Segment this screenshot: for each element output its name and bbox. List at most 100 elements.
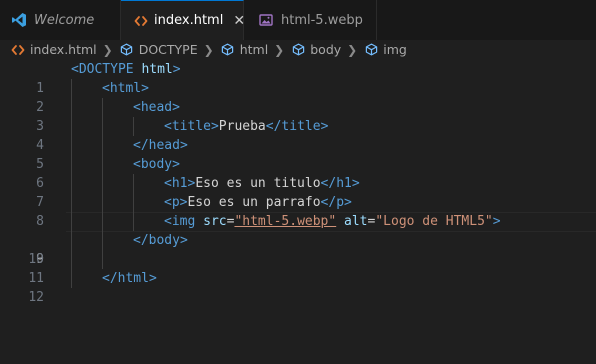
indent-guide xyxy=(71,79,72,98)
indent-guide xyxy=(102,212,103,231)
symbol-element-icon xyxy=(220,42,236,58)
indent-guide xyxy=(133,174,134,193)
code-text[interactable]: <img src="html-5.webp" alt="Logo de HTML… xyxy=(164,212,501,231)
code-line[interactable]: 4 <title>Prueba</title> xyxy=(0,117,596,153)
breadcrumb-item-html[interactable]: ❯ html xyxy=(198,42,269,58)
tag-token: title xyxy=(171,119,211,134)
indent-guide xyxy=(102,193,103,212)
indent-guide xyxy=(71,212,72,231)
code-text[interactable]: </head> xyxy=(133,136,188,155)
code-line[interactable]: 12 </html> xyxy=(0,269,596,305)
string-token: "Logo de HTML5" xyxy=(375,214,493,229)
indent-guide xyxy=(71,136,72,155)
chevron-right-icon: ❯ xyxy=(347,42,358,57)
tag-token: p xyxy=(171,195,180,210)
breadcrumb-item-img[interactable]: ❯ img xyxy=(341,42,407,58)
breadcrumb-label: body xyxy=(310,42,342,57)
code-line[interactable]: 2 <html> xyxy=(0,79,596,115)
indent-guide xyxy=(102,231,103,250)
text-token: Eso es un parrafo xyxy=(187,195,321,210)
code-text[interactable]: <head> xyxy=(133,98,180,117)
text-token: Eso es un titulo xyxy=(195,176,321,191)
text-token: Prueba xyxy=(218,119,266,134)
breadcrumb: index.html ❯ DOCTYPE ❯ html ❯ body ❯ img xyxy=(0,40,596,59)
indent-guide xyxy=(71,269,72,288)
code-text[interactable]: </body> xyxy=(133,231,188,250)
indent-guide xyxy=(102,250,103,269)
breadcrumb-label: html xyxy=(239,42,269,57)
tab-html-5-webp[interactable]: html-5.webp xyxy=(244,0,377,40)
indent-guide xyxy=(71,98,72,117)
tag-token: body xyxy=(148,233,180,248)
indent-guide xyxy=(71,231,72,250)
tag-token: head xyxy=(140,100,173,115)
code-editor[interactable]: 1 <DOCTYPE html> 2 <html> 3 <head> 4 <ti… xyxy=(0,59,596,308)
tag-token: p xyxy=(336,195,345,210)
symbol-element-icon xyxy=(119,42,135,58)
chevron-right-icon: ❯ xyxy=(102,42,113,57)
tag-token: img xyxy=(171,214,196,229)
code-line-current[interactable]: 9 <img src="html-5.webp" alt="Logo de HT… xyxy=(0,212,596,267)
tag-token: <DOCTYPE xyxy=(71,62,134,77)
breadcrumb-file-label: index.html xyxy=(30,42,97,57)
breadcrumb-label: DOCTYPE xyxy=(138,42,198,57)
line-number: 12 xyxy=(28,290,44,305)
code-line[interactable]: 11 xyxy=(0,250,596,286)
indent-guide xyxy=(102,174,103,193)
tag-token: head xyxy=(148,138,180,153)
code-text[interactable]: <DOCTYPE html> xyxy=(71,60,181,79)
code-text[interactable]: </html> xyxy=(102,269,157,288)
vscode-logo-icon xyxy=(10,11,28,29)
indent-guide xyxy=(71,174,72,193)
code-text[interactable]: <p>Eso es un parrafo</p> xyxy=(164,193,352,212)
chevron-right-icon: ❯ xyxy=(274,42,285,57)
indent-guide xyxy=(133,193,134,212)
chevron-right-icon: ❯ xyxy=(203,42,214,57)
tag-token: body xyxy=(140,157,173,172)
tab-label: html-5.webp xyxy=(281,12,363,28)
tab-welcome[interactable]: Welcome xyxy=(0,0,121,40)
indent-guide xyxy=(133,212,134,231)
keyword-token: html xyxy=(133,62,173,77)
symbol-element-icon xyxy=(363,42,379,58)
indent-guide xyxy=(102,136,103,155)
breadcrumb-item-doctype[interactable]: ❯ DOCTYPE xyxy=(97,42,198,58)
code-line[interactable]: 8 <p>Eso es un parrafo</p> xyxy=(0,193,596,229)
tab-label: Welcome xyxy=(34,12,95,28)
indent-guide xyxy=(133,117,134,136)
code-line[interactable]: 7 <h1>Eso es un titulo</h1> xyxy=(0,174,596,210)
tab-index-html[interactable]: index.html ✕ xyxy=(121,0,245,40)
breadcrumb-label: img xyxy=(383,42,407,57)
tag-token: > xyxy=(172,62,181,77)
tag-token: h1 xyxy=(336,176,352,191)
indent-guide xyxy=(102,155,103,174)
code-line[interactable]: 1 <DOCTYPE html> xyxy=(0,60,596,96)
code-text[interactable]: <h1>Eso es un titulo</h1> xyxy=(164,174,360,193)
tab-label: index.html xyxy=(154,13,224,28)
code-line[interactable]: 5 </head> xyxy=(0,136,596,172)
html-file-icon xyxy=(134,12,148,30)
code-text[interactable]: <html> xyxy=(102,79,149,98)
breadcrumb-item-body[interactable]: ❯ body xyxy=(268,42,341,58)
code-text[interactable]: <title>Prueba</title> xyxy=(164,117,328,136)
string-token: "html-5.webp" xyxy=(234,214,337,229)
code-line[interactable]: 3 <head> xyxy=(0,98,596,134)
code-text[interactable]: <body> xyxy=(133,155,180,174)
indent-guide xyxy=(102,117,103,136)
html-file-icon xyxy=(10,42,26,58)
editor-tab-bar: Welcome index.html ✕ html-5.webp xyxy=(0,0,596,41)
tag-token: html xyxy=(109,81,142,96)
indent-guide xyxy=(71,193,72,212)
indent-guide xyxy=(71,117,72,136)
symbol-element-icon xyxy=(290,42,306,58)
code-line[interactable]: 10 </body> xyxy=(0,231,596,267)
attribute-token: alt xyxy=(344,214,368,229)
attribute-token: src xyxy=(203,214,227,229)
indent-guide xyxy=(71,250,72,269)
indent-guide xyxy=(102,98,103,117)
tag-token: h1 xyxy=(171,176,188,191)
breadcrumb-file[interactable]: index.html xyxy=(10,42,97,58)
indent-guide xyxy=(71,155,72,174)
image-file-icon xyxy=(257,11,275,29)
code-line[interactable]: 6 <body> xyxy=(0,155,596,191)
